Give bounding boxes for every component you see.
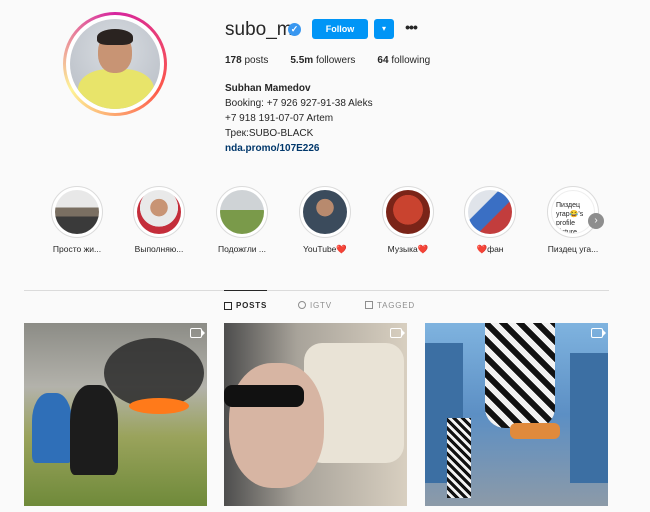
verified-badge-icon: ✓ (288, 23, 301, 36)
tab-posts[interactable]: POSTS (224, 290, 268, 320)
profile-bio: Subhan Mamedov Booking: +7 926 927-91-38… (225, 81, 373, 156)
highlight-label: Выполняю... (134, 244, 184, 254)
chevron-right-icon[interactable]: › (588, 213, 604, 229)
more-options-icon[interactable]: ••• (402, 19, 420, 39)
post-thumbnail[interactable] (24, 323, 207, 506)
story-highlight[interactable]: Просто жи... (42, 186, 112, 254)
bio-line: Трек:SUBO-BLACK (225, 128, 314, 139)
broken-image-alt-text: Пиздец угар😂's profile picture (551, 190, 595, 234)
tab-igtv[interactable]: IGTV (298, 290, 332, 320)
story-highlight[interactable]: Выполняю... (124, 186, 194, 254)
highlight-label: Подожгли ... (218, 244, 266, 254)
profile-avatar[interactable] (63, 12, 167, 116)
suggestions-dropdown-button[interactable]: ▾ (374, 19, 394, 39)
igtv-icon (298, 301, 306, 309)
tab-tagged[interactable]: TAGGED (365, 290, 415, 320)
grid-icon (224, 301, 232, 310)
following-stat[interactable]: 64 following (377, 55, 430, 66)
highlight-label: ❤️фан (476, 244, 504, 254)
highlight-label: Пиздец уга... (547, 244, 599, 254)
story-highlight[interactable]: ❤️фан (455, 186, 525, 255)
highlight-label: Просто жи... (52, 244, 102, 254)
bio-link[interactable]: nda.promo/107E226 (225, 141, 373, 156)
story-highlight[interactable]: Подожгли ... (207, 186, 277, 254)
story-highlight[interactable]: YouTube❤️ (290, 186, 360, 255)
bio-line: +7 918 191-07-07 Artem (225, 113, 334, 124)
profile-stats: 178 posts 5.5m followers 64 following (225, 55, 452, 66)
posts-stat: 178 posts (225, 55, 269, 66)
post-thumbnail[interactable] (224, 323, 407, 506)
bio-line: Booking: +7 926 927-91-38 Aleks (225, 98, 373, 109)
highlight-label: YouTube❤️ (303, 244, 347, 254)
tag-icon (365, 301, 373, 309)
story-highlight[interactable]: Музыка❤️ (373, 186, 443, 255)
followers-stat[interactable]: 5.5m followers (290, 55, 355, 66)
profile-full-name: Subhan Mamedov (225, 83, 311, 94)
follow-button[interactable]: Follow (312, 19, 368, 39)
post-thumbnail[interactable] (425, 323, 608, 506)
video-icon (190, 328, 205, 338)
highlight-label: Музыка❤️ (387, 244, 429, 254)
video-icon (390, 328, 405, 338)
video-icon (591, 328, 606, 338)
profile-username: subo_m (225, 19, 293, 40)
